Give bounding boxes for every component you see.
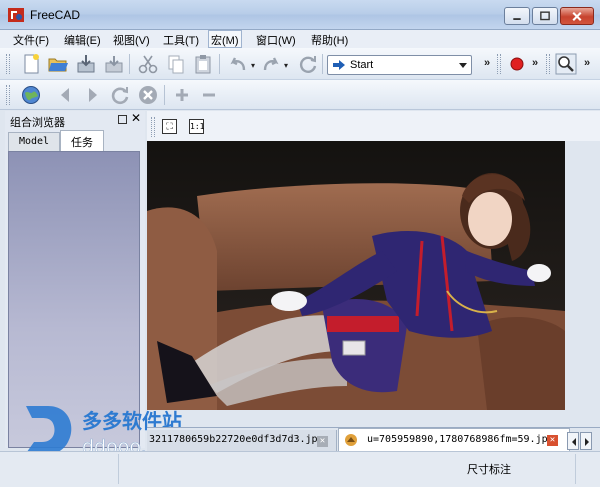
plus-icon[interactable] — [171, 84, 193, 106]
forward-arrow-icon[interactable] — [82, 84, 104, 106]
tab-scroll-left-button[interactable] — [567, 432, 579, 450]
redo-dropdown-icon[interactable]: ▾ — [284, 61, 288, 70]
menu-window[interactable]: 窗口(W) — [256, 32, 296, 48]
macro-select-value: Start — [350, 59, 374, 71]
title-bar: FreeCAD — [0, 0, 600, 30]
status-text: 尺寸标注 — [467, 464, 511, 476]
menu-edit[interactable]: 编辑(E) — [64, 32, 101, 48]
chevron-left-icon — [572, 438, 576, 446]
back-arrow-icon[interactable] — [54, 84, 76, 106]
view-toolbar: ⛶ 1:1 — [147, 111, 600, 141]
document-tab-bar: 3211780659b22720e0df3d7d3.jpg ✕ u=705959… — [147, 427, 600, 452]
document-tab-label: 3211780659b22720e0df3d7d3.jpg — [149, 434, 324, 445]
open-file-icon[interactable] — [47, 53, 69, 75]
menu-macro[interactable]: 宏(M) — [208, 30, 242, 48]
undo-dropdown-icon[interactable]: ▾ — [251, 61, 255, 70]
close-panel-icon[interactable]: ✕ — [131, 111, 141, 125]
undo-icon[interactable] — [227, 53, 249, 75]
minus-icon[interactable] — [198, 84, 220, 106]
main-toolbar: ▾ ▾ » » » — [0, 48, 600, 80]
macro-select[interactable]: Start — [327, 55, 472, 75]
toolbar-overflow-2[interactable]: » — [532, 57, 538, 69]
toolbar-grip[interactable] — [546, 54, 550, 74]
actual-size-button[interactable]: 1:1 — [189, 119, 204, 134]
new-file-icon[interactable] — [20, 53, 42, 75]
web-toolbar — [0, 80, 600, 110]
image-viewport[interactable] — [147, 141, 565, 410]
stop-icon[interactable] — [137, 84, 159, 106]
cut-icon[interactable] — [137, 53, 159, 75]
freecad-logo-icon — [8, 8, 24, 22]
close-icon — [572, 11, 582, 21]
web-globe-icon[interactable] — [20, 84, 42, 106]
image-file-icon — [345, 434, 357, 446]
menu-help[interactable]: 帮助(H) — [311, 32, 348, 48]
toolbar-grip[interactable] — [497, 54, 501, 74]
toolbar-overflow-3[interactable]: » — [584, 57, 590, 69]
status-bar: 尺寸标注 — [0, 451, 600, 487]
document-tab[interactable]: 3211780659b22720e0df3d7d3.jpg ✕ — [147, 430, 337, 451]
save-icon[interactable] — [75, 53, 97, 75]
float-panel-icon[interactable] — [118, 115, 127, 124]
reload-icon[interactable] — [109, 84, 131, 106]
chevron-down-icon — [459, 63, 467, 68]
window-title: FreeCAD — [30, 8, 81, 22]
toolbar-overflow-1[interactable]: » — [484, 57, 490, 69]
chevron-right-icon — [585, 438, 589, 446]
record-macro-icon[interactable] — [506, 53, 528, 75]
menu-bar: 文件(F) 编辑(E) 视图(V) 工具(T) 宏(M) 窗口(W) 帮助(H) — [0, 30, 600, 48]
save-as-icon[interactable] — [103, 53, 125, 75]
menu-file[interactable]: 文件(F) — [13, 32, 49, 48]
toolbar-grip[interactable] — [6, 54, 10, 74]
tab-scroll-right-button[interactable] — [580, 432, 592, 450]
redo-icon[interactable] — [260, 53, 282, 75]
copy-icon[interactable] — [165, 53, 187, 75]
tab-close-icon[interactable]: ✕ — [547, 435, 558, 446]
photo-illustration — [147, 141, 565, 410]
toolbar-grip[interactable] — [6, 85, 10, 105]
tab-model[interactable]: Model — [8, 132, 60, 151]
toolbar-grip[interactable] — [151, 117, 155, 137]
maximize-icon — [540, 11, 550, 21]
refresh-icon[interactable] — [297, 53, 319, 75]
tab-close-icon[interactable]: ✕ — [317, 436, 328, 447]
menu-tools[interactable]: 工具(T) — [163, 32, 199, 48]
close-window-button[interactable] — [560, 7, 594, 25]
menu-view[interactable]: 视图(V) — [113, 32, 150, 48]
minimize-button[interactable] — [504, 7, 530, 25]
paste-icon[interactable] — [192, 53, 214, 75]
minimize-icon — [513, 18, 521, 20]
panel-title: 组合浏览器 — [10, 117, 65, 129]
macro-arrow-icon — [333, 60, 345, 70]
document-tab-label: u=705959890,1780768986fm=59.jpg — [367, 434, 554, 445]
fit-all-button[interactable]: ⛶ — [162, 119, 177, 134]
tab-task[interactable]: 任务 — [60, 130, 104, 151]
zoom-icon[interactable] — [555, 53, 577, 75]
document-tab-active[interactable]: u=705959890,1780768986fm=59.jpg ✕ — [338, 428, 570, 452]
maximize-button[interactable] — [532, 7, 558, 25]
